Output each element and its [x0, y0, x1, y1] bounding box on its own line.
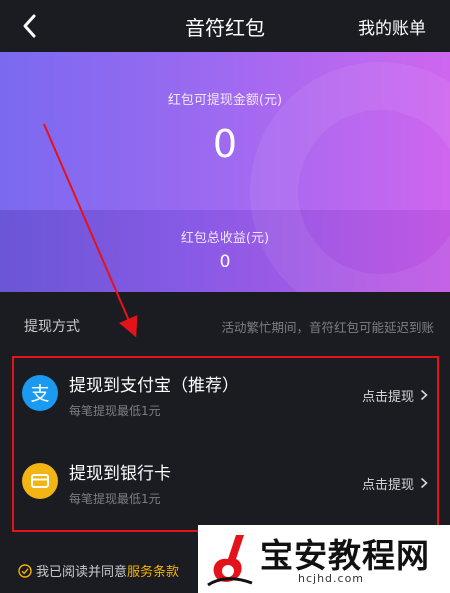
- withdraw-method-label: 提现方式: [24, 319, 80, 335]
- svg-text:支: 支: [30, 383, 49, 405]
- site-watermark: 宝安教程网 hcjhd.com: [198, 525, 450, 593]
- withdraw-method-header: 提现方式 活动繁忙期间，音符红包可能延迟到账: [0, 292, 450, 348]
- total-earnings-value: 0: [219, 252, 231, 272]
- bank-card-icon: [22, 463, 58, 499]
- chevron-right-icon: [420, 389, 428, 401]
- withdraw-button[interactable]: 点击提现: [362, 386, 428, 405]
- watermark-domain: hcjhd.com: [298, 572, 365, 585]
- available-amount-label: 红包可提现金额(元): [167, 93, 283, 108]
- top-bar: 音符红包 我的账单: [0, 0, 450, 52]
- busy-notice: 活动繁忙期间，音符红包可能延迟到账: [221, 320, 434, 335]
- agreement-text: 我已阅读并同意: [36, 565, 128, 580]
- withdraw-button-label: 点击提现: [361, 478, 414, 493]
- withdraw-button[interactable]: 点击提现: [362, 474, 428, 493]
- option-title: 提现到银行卡: [69, 464, 171, 484]
- balance-banner: 红包可提现金额(元) 0 红包总收益(元) 0: [0, 52, 450, 292]
- agreement-row[interactable]: 我已阅读并同意服务条款: [18, 561, 179, 580]
- my-bill-link[interactable]: 我的账单: [358, 14, 426, 39]
- withdraw-button-label: 点击提现: [361, 390, 414, 405]
- withdraw-to-alipay-option[interactable]: 支 提现到支付宝（推荐） 每笔提现最低1元 点击提现: [14, 360, 438, 444]
- option-subtitle: 每笔提现最低1元: [69, 492, 161, 506]
- check-circle-icon[interactable]: [18, 564, 32, 578]
- watermark-text: 宝安教程网: [260, 536, 430, 575]
- available-amount-value: 0: [212, 122, 238, 166]
- watermark-logo-icon: [207, 535, 253, 587]
- terms-link[interactable]: 服务条款: [127, 565, 179, 580]
- option-subtitle: 每笔提现最低1元: [69, 404, 161, 418]
- chevron-right-icon: [420, 477, 428, 489]
- alipay-icon: 支: [22, 375, 58, 411]
- withdraw-to-bank-card-option[interactable]: 提现到银行卡 每笔提现最低1元 点击提现: [14, 448, 438, 532]
- total-earnings-label: 红包总收益(元): [180, 231, 270, 246]
- option-title: 提现到支付宝（推荐）: [69, 376, 239, 396]
